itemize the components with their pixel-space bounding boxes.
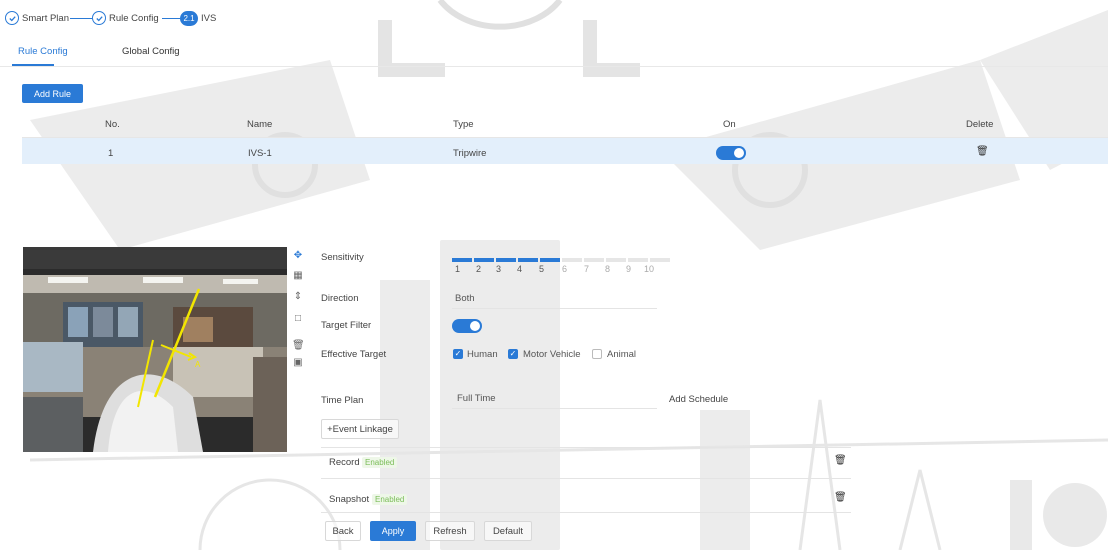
sensitivity-tick: 6: [562, 264, 568, 274]
target-filter-icon[interactable]: ⇕: [292, 291, 304, 303]
check-icon: [92, 11, 106, 25]
column-header-no: No.: [105, 119, 120, 130]
sensitivity-tick: 1: [455, 264, 461, 274]
step-connector: [70, 18, 92, 19]
effective-target-label: Effective Target: [321, 349, 387, 360]
delete-rule-icon[interactable]: 🗑: [976, 146, 989, 157]
target-filter-label: Target Filter: [321, 320, 372, 331]
sensitivity-tick: 10: [644, 264, 655, 274]
human-label: Human: [467, 349, 498, 360]
step-ivs[interactable]: 2.1 IVS: [180, 11, 216, 26]
human-checkbox[interactable]: ✓: [453, 349, 463, 359]
record-status-badge: Enabled: [362, 457, 398, 468]
time-plan-select[interactable]: Full Time: [457, 393, 496, 404]
add-rule-button[interactable]: Add Rule: [22, 84, 83, 103]
refresh-button[interactable]: Refresh: [425, 521, 475, 541]
table-row[interactable]: [22, 138, 1108, 164]
move-icon[interactable]: ✥: [292, 250, 304, 262]
snapshot-bottom-border: [321, 512, 851, 513]
step-label: IVS: [201, 13, 217, 24]
step-rule-config[interactable]: Rule Config: [92, 11, 159, 25]
snapshot-label: Snapshot: [329, 494, 370, 505]
add-schedule-link[interactable]: Add Schedule: [669, 394, 728, 405]
target-filter-toggle[interactable]: [452, 319, 482, 333]
column-header-on: On: [723, 119, 736, 130]
step-connector: [162, 18, 180, 19]
animal-label: Animal: [607, 349, 637, 360]
sensitivity-tick: 2: [476, 264, 482, 274]
delete-drawing-icon[interactable]: 🗑: [292, 340, 305, 352]
column-header-name: Name: [247, 119, 273, 130]
sensitivity-tick: 4: [517, 264, 523, 274]
sensitivity-tick: 9: [626, 264, 632, 274]
default-button[interactable]: Default: [484, 521, 532, 541]
apply-button[interactable]: Apply: [370, 521, 416, 541]
motor-vehicle-checkbox[interactable]: ✓: [508, 349, 518, 359]
sensitivity-tick: 7: [584, 264, 590, 274]
direction-select[interactable]: Both: [455, 293, 475, 304]
step-number-badge: 2.1: [180, 11, 198, 26]
animal-checkbox[interactable]: [592, 349, 602, 359]
snapshot-status-badge: Enabled: [372, 494, 408, 505]
delete-record-icon[interactable]: 🗑: [834, 455, 847, 466]
live-video-preview[interactable]: A: [23, 247, 287, 452]
rule-enable-toggle[interactable]: [716, 146, 746, 160]
time-plan-underline: [452, 408, 657, 409]
tab-divider: [0, 66, 1108, 67]
step-smart-plan[interactable]: Smart Plan: [5, 11, 69, 25]
event-linkage-button[interactable]: +Event Linkage: [321, 419, 399, 439]
step-label: Rule Config: [109, 12, 159, 24]
sensitivity-tick: 8: [605, 264, 611, 274]
time-plan-label: Time Plan: [321, 395, 364, 406]
pixel-counter-icon[interactable]: ▣: [292, 357, 304, 369]
max-size-icon[interactable]: □: [292, 313, 304, 325]
record-label: Record: [329, 457, 360, 468]
record-top-border: [321, 447, 851, 448]
draw-region-icon[interactable]: ▦: [292, 270, 304, 282]
direction-label: Direction: [321, 293, 359, 304]
delete-snapshot-icon[interactable]: 🗑: [834, 492, 847, 503]
motor-vehicle-label: Motor Vehicle: [523, 349, 581, 360]
column-header-type: Type: [453, 119, 474, 130]
record-bottom-border: [321, 478, 851, 479]
svg-text:A: A: [195, 360, 201, 369]
check-icon: [5, 11, 19, 25]
cell-no: 1: [108, 148, 114, 159]
step-label: Smart Plan: [22, 12, 69, 24]
tab-global-config[interactable]: Global Config: [122, 46, 180, 57]
direction-underline: [452, 308, 657, 309]
back-button[interactable]: Back: [325, 521, 361, 541]
cell-type: Tripwire: [453, 148, 487, 159]
sensitivity-tick: 3: [496, 264, 502, 274]
cell-name: IVS-1: [248, 148, 272, 159]
column-header-delete: Delete: [966, 119, 994, 130]
sensitivity-tick: 5: [539, 264, 545, 274]
tab-rule-config[interactable]: Rule Config: [18, 46, 68, 57]
sensitivity-label: Sensitivity: [321, 252, 364, 263]
